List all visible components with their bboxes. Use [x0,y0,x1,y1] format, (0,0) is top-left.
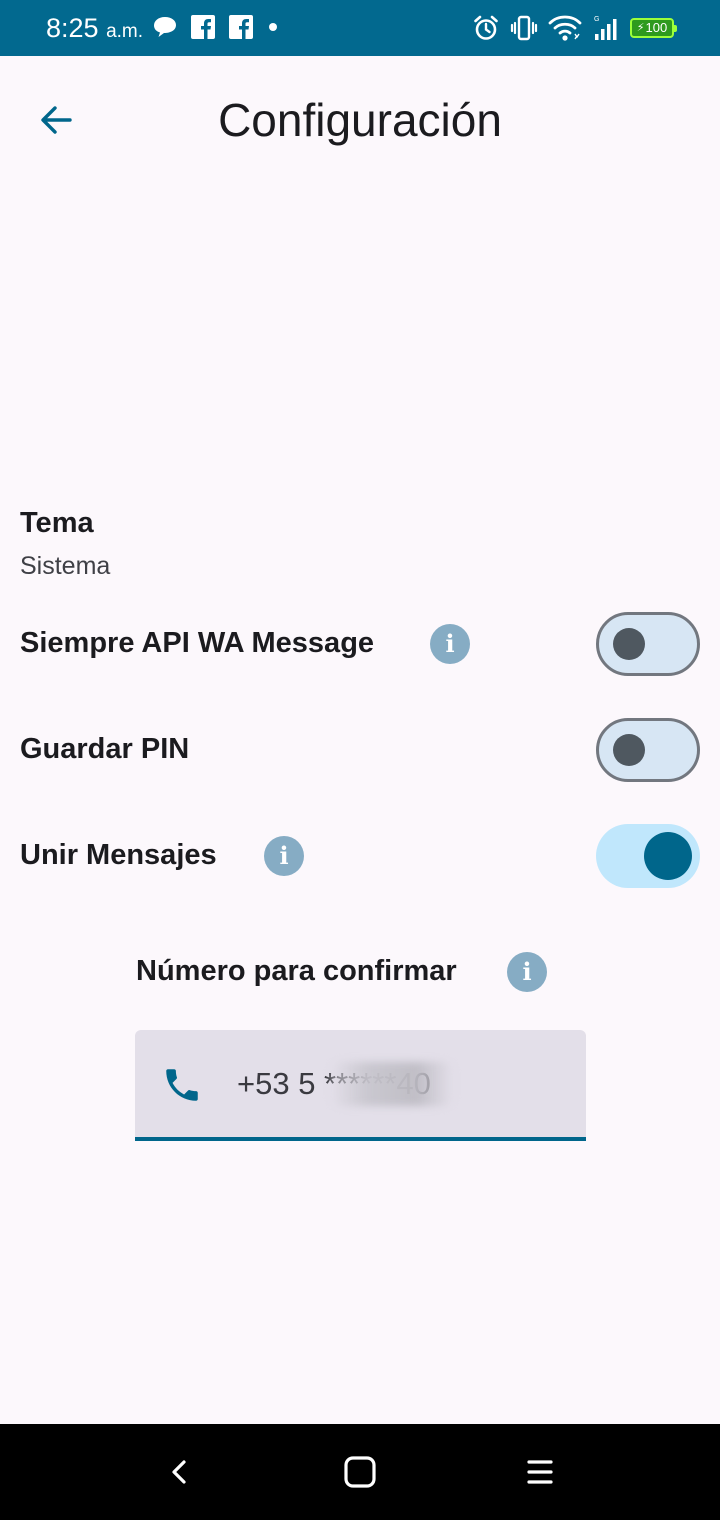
nav-menu-button[interactable] [516,1448,564,1496]
facebook-icon [229,15,253,39]
wifi-icon [548,15,582,41]
nav-back-icon [172,1460,186,1484]
status-time: 8:25 a.m. [46,12,143,48]
redaction-blur [331,1062,453,1106]
confirm-number-label: Número para confirmar [136,955,457,987]
phone-icon [166,1069,198,1101]
chat-bubble-icon [154,17,176,37]
page-title: Configuración [218,94,502,146]
battery-level: 100 [645,20,668,35]
info-icon[interactable]: i [264,836,304,876]
status-ampm: a.m. [106,21,144,42]
status-bar: 8:25 a.m. G ⚡ 100 [0,0,720,56]
toggle-thumb [613,734,645,766]
setting-row-api-wa-message: Siempre API WA Message i [0,609,720,679]
setting-label-unir-mensajes: Unir Mensajes [20,839,217,871]
setting-label-guardar-pin: Guardar PIN [20,733,190,765]
toggle-guardar-pin[interactable] [596,718,700,782]
status-notification-icons [152,14,280,40]
setting-label-api-wa-message: Siempre API WA Message [20,627,375,659]
nav-back-button[interactable] [156,1448,204,1496]
svg-text:G: G [594,16,599,23]
setting-row-guardar-pin: Guardar PIN [0,715,720,785]
theme-setting-title[interactable]: Tema [20,505,94,541]
more-notifications-dot-icon [269,23,277,31]
nav-home-icon [344,1456,376,1488]
toggle-api-wa-message[interactable] [596,612,700,676]
vibrate-icon [510,15,538,41]
theme-setting-value[interactable]: Sistema [20,550,110,582]
facebook-icon [191,15,215,39]
phone-number-field[interactable] [135,1030,586,1141]
status-system-icons: G ⚡ 100 [472,14,677,42]
alarm-icon [474,15,498,40]
setting-row-unir-mensajes: Unir Mensajes i [0,821,720,891]
battery-indicator: ⚡ 100 [630,18,677,38]
nav-menu-icon [527,1460,553,1484]
toggle-unir-mensajes[interactable] [596,824,700,888]
info-icon[interactable]: i [430,624,470,664]
cell-signal-icon: G [594,16,617,40]
info-icon[interactable]: i [507,952,547,992]
system-nav-bar [0,1424,720,1520]
charging-bolt-icon: ⚡ [636,22,645,34]
status-time-value: 8:25 [46,13,99,43]
nav-home-button[interactable] [336,1448,384,1496]
toggle-thumb [613,628,645,660]
toggle-thumb [644,832,692,880]
